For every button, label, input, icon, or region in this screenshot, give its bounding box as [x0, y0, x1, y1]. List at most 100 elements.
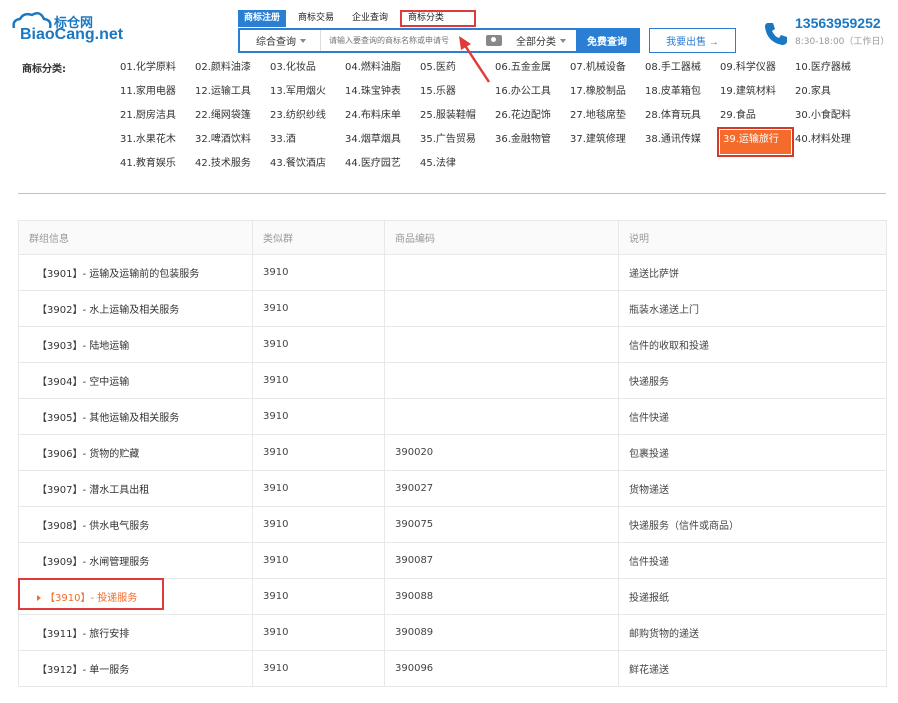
category-item[interactable]: 26.花边配饰	[495, 106, 570, 130]
group-info-cell[interactable]: 【3906】- 货物的贮藏	[18, 434, 253, 471]
category-item[interactable]: 45.法律	[420, 154, 495, 178]
category-item[interactable]: 15.乐器	[420, 82, 495, 106]
table-row[interactable]: 【3910】- 投递服务 3910 390088 投递报纸	[18, 578, 887, 615]
similar-group-cell: 3910	[252, 362, 385, 399]
category-item[interactable]: 11.家用电器	[120, 82, 195, 106]
group-info-cell[interactable]: 【3905】- 其他运输及相关服务	[18, 398, 253, 435]
header-similar-group: 类似群	[252, 220, 385, 255]
search-type-dropdown[interactable]: 综合查询	[240, 30, 321, 51]
group-info-cell[interactable]: 【3902】- 水上运输及相关服务	[18, 290, 253, 327]
tab-trademark-classification[interactable]: 商标分类	[400, 10, 477, 27]
free-search-button[interactable]: 免费查询	[576, 30, 638, 51]
category-item[interactable]: 32.啤酒饮料	[195, 130, 270, 154]
group-info-cell[interactable]: 【3909】- 水闸管理服务	[18, 542, 253, 579]
cell-text: 货物递送	[629, 485, 669, 496]
category-item[interactable]: 06.五金金属	[495, 58, 570, 82]
tab-trademark-registration[interactable]: 商标注册	[238, 10, 287, 27]
category-item[interactable]: 35.广告贸易	[420, 130, 495, 154]
cell-text: 3910	[263, 411, 289, 422]
tab-trademark-trade[interactable]: 商标交易	[292, 10, 340, 27]
category-item[interactable]: 25.服装鞋帽	[420, 106, 495, 130]
cell-text: 【3901】- 运输及运输前的包装服务	[37, 269, 200, 280]
group-info-cell[interactable]: 【3904】- 空中运输	[18, 362, 253, 399]
table-row[interactable]: 【3908】- 供水电气服务 3910 390075 快递服务（信件或商品）	[18, 506, 887, 543]
category-item[interactable]: 38.通讯传媒	[645, 130, 720, 154]
table-row[interactable]: 【3902】- 水上运输及相关服务 3910 瓶装水递送上门	[18, 290, 887, 327]
cell-text: 【3911】- 旅行安排	[37, 629, 130, 640]
table-row[interactable]: 【3903】- 陆地运输 3910 信件的收取和投递	[18, 326, 887, 363]
category-item[interactable]: 28.体育玩具	[645, 106, 720, 130]
category-item[interactable]: 20.家具	[795, 82, 870, 106]
category-item[interactable]: 39.运输旅行	[717, 127, 794, 157]
group-info-cell[interactable]: 【3911】- 旅行安排	[18, 614, 253, 651]
category-item[interactable]: 40.材料处理	[795, 130, 870, 154]
category-item[interactable]: 13.军用烟火	[270, 82, 345, 106]
category-item[interactable]: 14.珠宝钟表	[345, 82, 420, 106]
product-code-cell	[384, 290, 619, 327]
category-item[interactable]: 33.酒	[270, 130, 345, 154]
category-item[interactable]: 24.布料床单	[345, 106, 420, 130]
group-info-cell[interactable]: 【3907】- 潜水工具出租	[18, 470, 253, 507]
group-info-cell[interactable]: 【3908】- 供水电气服务	[18, 506, 253, 543]
table-row[interactable]: 【3904】- 空中运输 3910 快递服务	[18, 362, 887, 399]
category-item[interactable]: 12.运输工具	[195, 82, 270, 106]
category-item[interactable]: 08.手工器械	[645, 58, 720, 82]
table-row[interactable]: 【3907】- 潜水工具出租 3910 390027 货物递送	[18, 470, 887, 507]
cell-text: 390087	[395, 555, 434, 566]
category-item[interactable]: 07.机械设备	[570, 58, 645, 82]
cell-text: 3910	[263, 375, 289, 386]
category-item[interactable]: 23.纺织纱线	[270, 106, 345, 130]
table-row[interactable]: 【3912】- 单一服务 3910 390096 鲜花递送	[18, 650, 887, 687]
category-item[interactable]: 31.水果花木	[120, 130, 195, 154]
cell-text: 【3910】- 投递服务	[45, 593, 138, 604]
group-info-cell[interactable]: 【3901】- 运输及运输前的包装服务	[18, 254, 253, 291]
category-item[interactable]: 30.小食配料	[795, 106, 870, 130]
header-group-info: 群组信息	[18, 220, 253, 255]
category-item[interactable]: 04.燃料油脂	[345, 58, 420, 82]
category-item[interactable]: 44.医疗园艺	[345, 154, 420, 178]
search-tabs: 商标注册 商标交易 企业查询 商标分类	[238, 10, 482, 27]
similar-group-cell: 3910	[252, 326, 385, 363]
category-item[interactable]: 34.烟草烟具	[345, 130, 420, 154]
category-item[interactable]: 37.建筑修理	[570, 130, 645, 154]
camera-icon[interactable]	[486, 35, 502, 46]
caret-right-icon	[37, 595, 41, 601]
category-item[interactable]: 17.橡胶制品	[570, 82, 645, 106]
search-input[interactable]	[321, 30, 486, 51]
category-item[interactable]: 05.医药	[420, 58, 495, 82]
table-row[interactable]: 【3909】- 水闸管理服务 3910 390087 信件投递	[18, 542, 887, 579]
category-item[interactable]: 27.地毯席垫	[570, 106, 645, 130]
category-item[interactable]: 29.食品	[720, 106, 795, 130]
table-row[interactable]: 【3905】- 其他运输及相关服务 3910 信件快递	[18, 398, 887, 435]
cell-text: 3910	[263, 447, 289, 458]
category-item[interactable]: 21.厨房洁具	[120, 106, 195, 130]
similar-group-cell: 3910	[252, 650, 385, 687]
category-item[interactable]: 42.技术服务	[195, 154, 270, 178]
category-item[interactable]: 01.化学原料	[120, 58, 195, 82]
category-item[interactable]: 43.餐饮酒店	[270, 154, 345, 178]
category-item[interactable]: 18.皮革箱包	[645, 82, 720, 106]
category-item[interactable]: 09.科学仪器	[720, 58, 795, 82]
category-item[interactable]: 02.颜料油漆	[195, 58, 270, 82]
category-dropdown-label: 全部分类	[516, 37, 556, 48]
category-item[interactable]: 41.教育娱乐	[120, 154, 195, 178]
category-item[interactable]: 10.医疗器械	[795, 58, 870, 82]
category-item[interactable]: 22.绳网袋篷	[195, 106, 270, 130]
tab-company-search[interactable]: 企业查询	[346, 10, 394, 27]
cell-text: 3910	[263, 339, 289, 350]
header-product-code: 商品编码	[384, 220, 619, 255]
sell-trademark-button[interactable]: 我要出售 →	[649, 28, 736, 53]
category-dropdown[interactable]: 全部分类	[510, 33, 576, 48]
table-row[interactable]: 【3911】- 旅行安排 3910 390089 邮购货物的递送	[18, 614, 887, 651]
table-row[interactable]: 【3901】- 运输及运输前的包装服务 3910 递送比萨饼	[18, 254, 887, 291]
category-item[interactable]: 19.建筑材料	[720, 82, 795, 106]
group-info-cell[interactable]: 【3910】- 投递服务	[18, 578, 253, 615]
table-row[interactable]: 【3906】- 货物的贮藏 3910 390020 包裹投递	[18, 434, 887, 471]
category-item[interactable]: 36.金融物管	[495, 130, 570, 154]
site-logo[interactable]: 标仓网 BiaoCang.net	[10, 10, 123, 50]
category-item[interactable]: 03.化妆品	[270, 58, 345, 82]
category-item[interactable]: 16.办公工具	[495, 82, 570, 106]
cell-text: 信件投递	[629, 557, 669, 568]
group-info-cell[interactable]: 【3903】- 陆地运输	[18, 326, 253, 363]
group-info-cell[interactable]: 【3912】- 单一服务	[18, 650, 253, 687]
